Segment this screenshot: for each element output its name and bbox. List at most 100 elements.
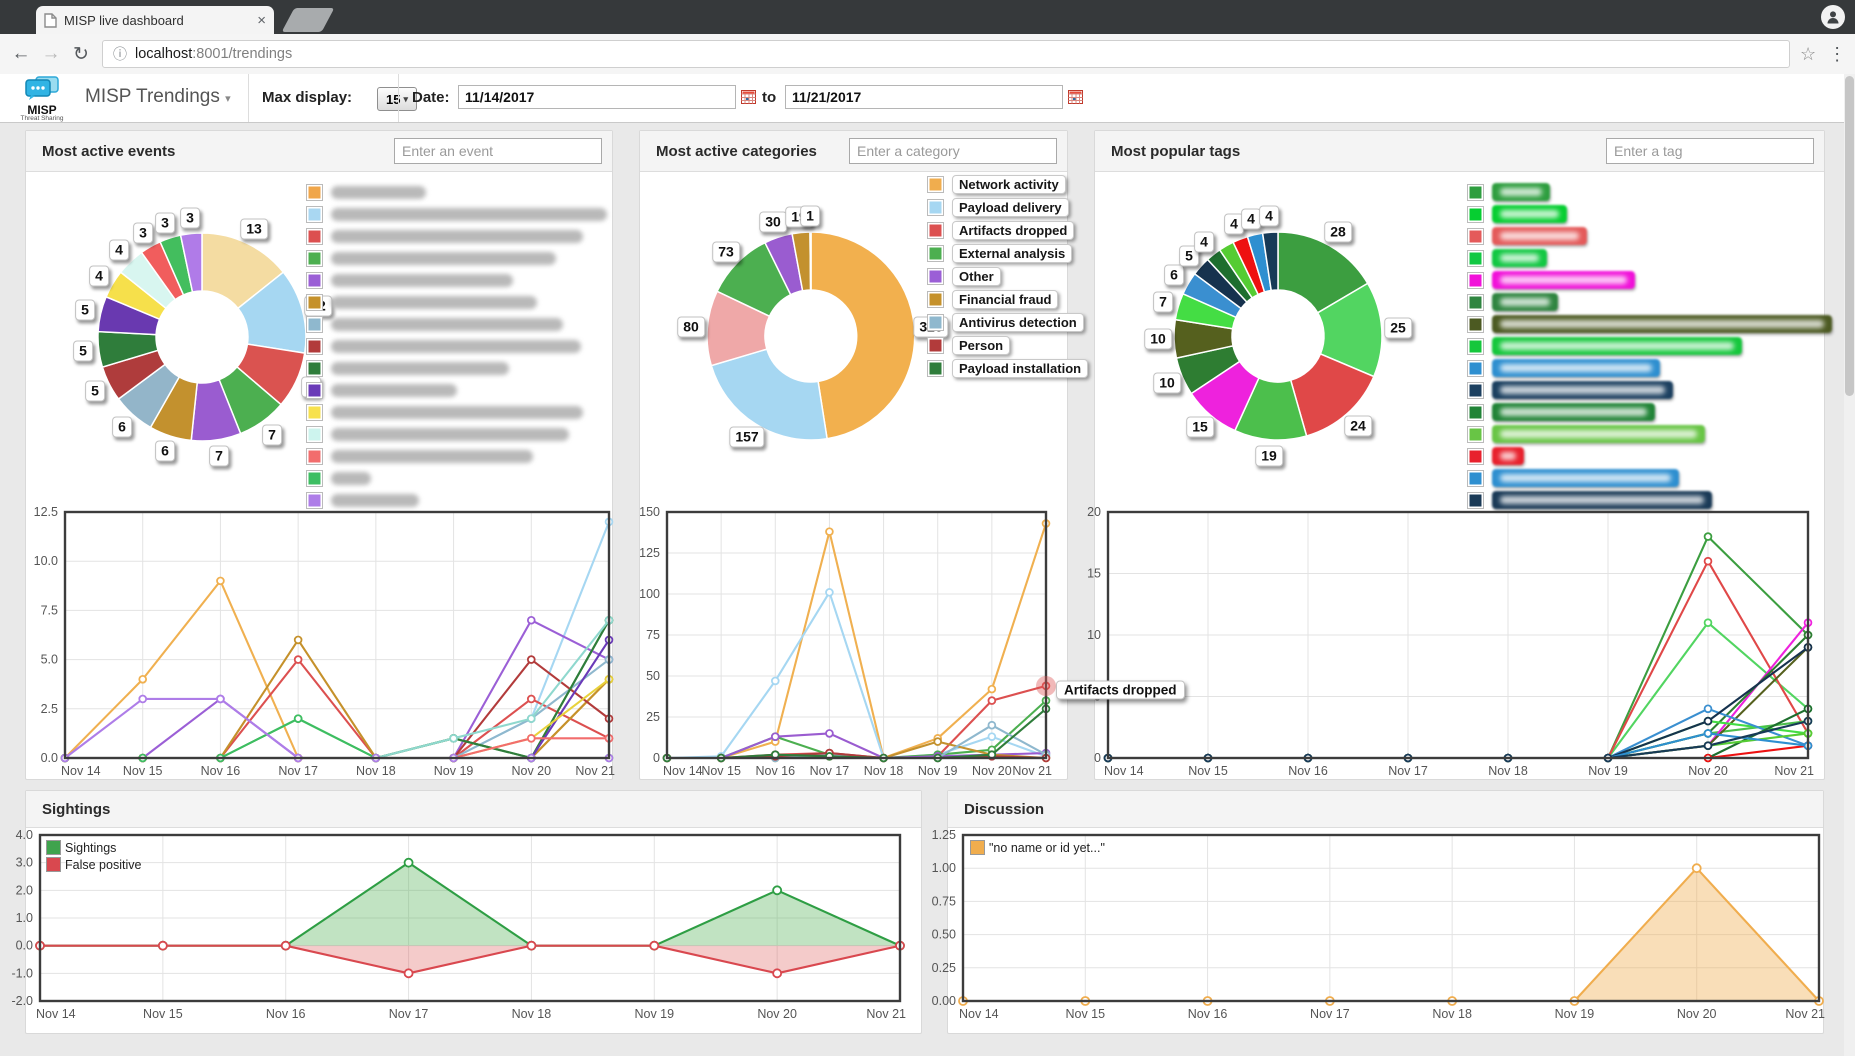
browser-tab[interactable]: MISP live dashboard × bbox=[36, 6, 274, 34]
sightings-legend: SightingsFalse positive bbox=[46, 839, 141, 873]
blurred-tag-chip bbox=[1492, 315, 1832, 333]
date-to-input[interactable] bbox=[785, 85, 1063, 109]
svg-text:125: 125 bbox=[639, 546, 660, 560]
y-axis-labels: 1501251007550250 bbox=[639, 505, 660, 765]
donut-value-label: 4 bbox=[109, 240, 129, 261]
legend-item bbox=[306, 181, 607, 203]
legend-item bbox=[1467, 247, 1832, 269]
legend-swatch bbox=[46, 857, 61, 872]
events-donut-chart: 13128776655544333 bbox=[82, 217, 322, 457]
panel-discussion: Discussion 1.251.000.750.500.250.00Nov 1… bbox=[947, 790, 1824, 1034]
category-search-input[interactable] bbox=[849, 138, 1057, 164]
blurred-label bbox=[331, 208, 607, 221]
legend-item bbox=[1467, 335, 1832, 357]
svg-text:Nov 21: Nov 21 bbox=[575, 764, 615, 778]
data-points bbox=[1105, 619, 1812, 761]
x-axis-labels: Nov 14Nov 15Nov 16Nov 17Nov 18Nov 19Nov … bbox=[61, 764, 615, 778]
date-from-input[interactable] bbox=[458, 85, 736, 109]
blurred-tag-chip bbox=[1492, 293, 1558, 311]
blurred-tag-chip bbox=[1492, 271, 1635, 289]
donut-value-label: 10 bbox=[1144, 329, 1172, 350]
trendings-menu[interactable]: MISP Trendings ▾ bbox=[85, 86, 231, 108]
legend-swatch bbox=[927, 176, 944, 193]
donut-value-label: 4 bbox=[89, 266, 109, 287]
legend-label: False positive bbox=[65, 858, 141, 872]
donut-value-label: 6 bbox=[1164, 265, 1184, 286]
svg-text:0.50: 0.50 bbox=[932, 928, 956, 942]
panel-sightings: Sightings 4.03.02.01.00.0-1.0-2.0Nov 14N… bbox=[25, 790, 922, 1034]
legend-item bbox=[306, 269, 607, 291]
bookmark-star-icon[interactable]: ☆ bbox=[1800, 44, 1816, 65]
svg-text:7.5: 7.5 bbox=[41, 603, 58, 617]
svg-text:Nov 19: Nov 19 bbox=[634, 1007, 674, 1021]
legend-item: False positive bbox=[46, 856, 141, 873]
legend-item bbox=[1467, 181, 1832, 203]
legend-swatch bbox=[306, 470, 323, 487]
calendar-icon[interactable] bbox=[741, 90, 756, 104]
back-button[interactable]: ← bbox=[6, 43, 36, 65]
new-tab-button[interactable] bbox=[282, 8, 335, 32]
legend-label: Network activity bbox=[952, 175, 1066, 194]
legend-swatch bbox=[1467, 470, 1484, 487]
blurred-tag-chip bbox=[1492, 469, 1679, 487]
scrollbar[interactable] bbox=[1844, 74, 1855, 1056]
svg-text:Nov 17: Nov 17 bbox=[1388, 764, 1428, 778]
blurred-tag-chip bbox=[1492, 381, 1673, 399]
donut-slice bbox=[810, 232, 811, 290]
tags-line-chart: 20151050Nov 14Nov 15Nov 16Nov 17Nov 18No… bbox=[1095, 505, 1812, 784]
forward-button[interactable]: → bbox=[36, 43, 66, 65]
legend-item bbox=[1467, 225, 1832, 247]
tags-legend bbox=[1467, 181, 1832, 511]
panel-title: Most active categories bbox=[656, 143, 817, 160]
donut-value-label: 25 bbox=[1384, 318, 1412, 339]
legend-swatch bbox=[927, 268, 944, 285]
svg-text:Nov 20: Nov 20 bbox=[511, 764, 551, 778]
blurred-label bbox=[331, 384, 457, 397]
tab-close-icon[interactable]: × bbox=[257, 13, 266, 28]
refresh-button[interactable]: ↻ bbox=[66, 43, 96, 66]
blurred-label bbox=[331, 318, 563, 331]
max-display-select[interactable]: 15▾ bbox=[377, 87, 417, 111]
calendar-icon[interactable] bbox=[1068, 90, 1083, 104]
legend-swatch bbox=[1467, 206, 1484, 223]
legend-swatch bbox=[306, 316, 323, 333]
browser-menu-icon[interactable]: ⋮ bbox=[1828, 44, 1846, 65]
svg-text:Nov 19: Nov 19 bbox=[1588, 764, 1628, 778]
blurred-tag-chip bbox=[1492, 447, 1524, 465]
info-icon[interactable]: ⓘ bbox=[113, 44, 127, 64]
tab-title: MISP live dashboard bbox=[64, 13, 224, 28]
series-line bbox=[1108, 647, 1808, 758]
svg-text:10: 10 bbox=[1087, 628, 1101, 642]
legend-swatch bbox=[927, 222, 944, 239]
legend-swatch bbox=[306, 426, 323, 443]
logo-subtitle: Threat Sharing bbox=[12, 115, 72, 122]
scrollbar-thumb[interactable] bbox=[1845, 76, 1854, 396]
url-bar[interactable]: ⓘ localhost:8001/trendings bbox=[102, 40, 1790, 68]
panel-most-active-categories: Most active categories 326157807330191 N… bbox=[639, 130, 1068, 780]
categories-donut-chart: 326157807330191 bbox=[691, 216, 931, 456]
svg-text:Nov 20: Nov 20 bbox=[1688, 764, 1728, 778]
legend-item bbox=[1467, 445, 1832, 467]
legend-label: Antivirus detection bbox=[952, 313, 1084, 332]
legend-item: Antivirus detection bbox=[927, 311, 1088, 334]
legend-label: Artifacts dropped bbox=[952, 221, 1074, 240]
svg-text:Nov 16: Nov 16 bbox=[266, 1007, 306, 1021]
svg-text:75: 75 bbox=[646, 628, 660, 642]
blurred-label bbox=[331, 296, 537, 309]
browser-window: MISP live dashboard × ← → ↻ ⓘ localhost:… bbox=[0, 0, 1855, 1056]
donut-value-label: 28 bbox=[1324, 222, 1352, 243]
svg-text:5.0: 5.0 bbox=[41, 653, 58, 667]
event-search-input[interactable] bbox=[394, 138, 602, 164]
svg-text:Nov 21: Nov 21 bbox=[1774, 764, 1814, 778]
legend-swatch bbox=[306, 250, 323, 267]
svg-text:15: 15 bbox=[1087, 567, 1101, 581]
tag-search-input[interactable] bbox=[1606, 138, 1814, 164]
svg-text:Nov 20: Nov 20 bbox=[972, 764, 1012, 778]
series-line bbox=[65, 522, 609, 758]
donut-value-label: 1 bbox=[800, 206, 820, 227]
legend-swatch bbox=[306, 184, 323, 201]
svg-text:Nov 20: Nov 20 bbox=[1677, 1007, 1717, 1021]
profile-icon[interactable] bbox=[1821, 5, 1845, 29]
legend-label: "no name or id yet..." bbox=[989, 841, 1105, 855]
blurred-tag-chip bbox=[1492, 205, 1567, 223]
